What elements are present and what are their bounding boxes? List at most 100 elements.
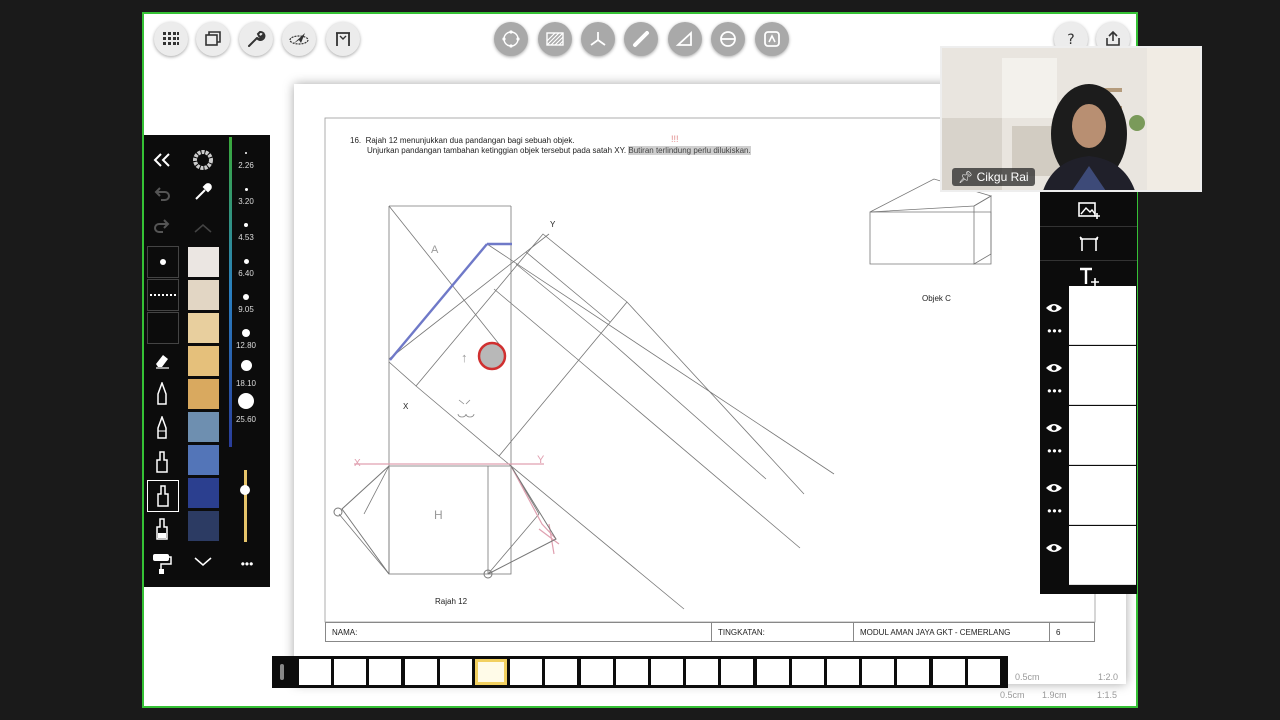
layer-visibility-eye-icon[interactable] (1040, 534, 1068, 562)
highlighter-tool-icon[interactable] (147, 514, 177, 544)
color-swatch[interactable] (188, 280, 219, 310)
page-thumbnail[interactable] (897, 659, 930, 685)
brush-size-dot[interactable] (238, 393, 254, 409)
layer-thumbnail[interactable] (1069, 346, 1136, 405)
label-h: H (434, 508, 443, 522)
layer-visibility-eye-icon[interactable] (1040, 294, 1068, 322)
color-swatch[interactable] (188, 379, 219, 409)
double-chevron-left-icon[interactable] (147, 145, 177, 175)
participant-video[interactable]: 📌︎ Cikgu Rai (940, 46, 1202, 192)
zoom-length-2: 0.5cm (1000, 690, 1025, 700)
page-filmstrip (272, 656, 1008, 688)
page-thumbnail[interactable] (721, 659, 754, 685)
pen-tool-1-icon[interactable] (147, 379, 177, 409)
question-line2: Unjurkan pandangan tambahan ketinggian o… (367, 146, 751, 155)
zoom-length-1: 0.5cm (1015, 672, 1040, 682)
color-swatch[interactable] (188, 445, 219, 475)
filmstrip-handle[interactable] (280, 664, 284, 680)
page-thumbnail[interactable] (686, 659, 719, 685)
page-thumbnail[interactable] (369, 659, 402, 685)
more-options-button[interactable]: ••• (232, 557, 262, 571)
protractor-icon[interactable] (711, 22, 745, 56)
layer-thumbnail[interactable] (1069, 406, 1136, 465)
insert-frame-icon[interactable] (1040, 228, 1137, 261)
shape-recognition-icon[interactable] (494, 22, 528, 56)
layers-panel: ••• ••• ••• ••• (1040, 192, 1137, 594)
page-thumbnail[interactable] (932, 659, 965, 685)
color-swatch[interactable] (188, 511, 219, 541)
brush-size-dot[interactable] (244, 187, 248, 191)
zoom-scale-1: 1:2.0 (1098, 672, 1119, 682)
undo-icon[interactable] (147, 179, 177, 209)
brush-size-dot[interactable] (245, 152, 247, 154)
label-x-left: X (403, 402, 409, 411)
brush-size-dot[interactable] (243, 294, 249, 300)
chevron-down-icon[interactable] (188, 547, 218, 577)
ruler-icon[interactable] (624, 22, 658, 56)
paint-roller-icon[interactable] (147, 548, 177, 578)
page-thumbnail[interactable] (299, 659, 331, 685)
page-thumbnail[interactable] (615, 659, 648, 685)
color-swatch[interactable] (188, 346, 219, 376)
grid-menu-icon[interactable] (154, 22, 188, 56)
color-swatch[interactable] (188, 313, 219, 343)
axis-icon[interactable] (581, 22, 615, 56)
eyedropper-icon[interactable] (188, 177, 218, 207)
page-thumbnail[interactable] (439, 659, 472, 685)
marker-tool-icon[interactable] (147, 447, 177, 477)
fit-frame-icon[interactable] (326, 22, 360, 56)
blank-brush-icon[interactable] (147, 312, 179, 344)
layer-thumbnail[interactable] (1069, 286, 1136, 345)
pen-tool-2-icon[interactable] (147, 413, 177, 443)
worksheet-footer: NAMA: TINGKATAN: MODUL AMAN JAYA GKT - C… (325, 622, 1095, 642)
page-thumbnail[interactable] (510, 659, 543, 685)
brush-size-label: 2.26 (238, 161, 254, 170)
dashed-line-icon[interactable] (147, 279, 179, 311)
label-y-top: Y (550, 220, 556, 229)
page-thumbnail[interactable] (651, 659, 683, 685)
brush-size-dot[interactable] (244, 223, 248, 227)
laser-pointer-icon[interactable] (282, 22, 316, 56)
page-thumbnail[interactable] (827, 659, 859, 685)
brush-size-dot[interactable] (243, 258, 249, 264)
color-swatch[interactable] (188, 247, 219, 277)
chevron-up-icon[interactable] (188, 213, 218, 243)
layer-thumbnail[interactable] (1069, 466, 1136, 525)
hatch-pattern-icon[interactable] (538, 22, 572, 56)
layer-options-icon[interactable]: ••• (1042, 324, 1068, 340)
eraser-icon[interactable] (147, 345, 177, 375)
set-square-icon[interactable] (668, 22, 702, 56)
layer-visibility-eye-icon[interactable] (1040, 354, 1068, 382)
dot-brush-icon[interactable] (147, 246, 179, 278)
zoom-scale-2: 1:1.5 (1097, 690, 1118, 700)
opacity-slider-knob[interactable] (240, 485, 250, 496)
layer-options-icon[interactable]: ••• (1042, 384, 1068, 400)
page-thumbnail[interactable] (862, 659, 895, 685)
brush-size-dot[interactable] (240, 359, 252, 371)
color-wheel-icon[interactable] (188, 145, 218, 175)
layer-visibility-eye-icon[interactable] (1040, 474, 1068, 502)
page-thumbnail[interactable] (967, 659, 1000, 685)
brush-size-label: 25.60 (235, 415, 257, 424)
stamp-icon[interactable] (755, 22, 789, 56)
color-swatch[interactable] (188, 478, 219, 508)
layer-visibility-eye-icon[interactable] (1040, 414, 1068, 442)
color-swatch[interactable] (188, 412, 219, 442)
wrench-icon[interactable] (239, 22, 273, 56)
opacity-slider-track[interactable] (244, 470, 247, 542)
page-thumbnail[interactable] (545, 659, 578, 685)
page-thumbnail-selected[interactable] (475, 659, 507, 685)
page-thumbnail[interactable] (404, 659, 437, 685)
page-thumbnail[interactable] (791, 659, 824, 685)
page-thumbnail[interactable] (756, 659, 789, 685)
brush-size-dot[interactable] (242, 329, 250, 337)
layer-options-icon[interactable]: ••• (1042, 444, 1068, 460)
insert-image-icon[interactable] (1040, 194, 1137, 227)
page-thumbnail[interactable] (334, 659, 367, 685)
pages-icon[interactable] (196, 22, 230, 56)
layer-options-icon[interactable]: ••• (1042, 504, 1068, 520)
redo-icon[interactable] (147, 211, 177, 241)
layer-thumbnail[interactable] (1069, 526, 1136, 585)
page-thumbnail[interactable] (580, 659, 613, 685)
marker-tool-selected-icon[interactable] (147, 480, 179, 512)
